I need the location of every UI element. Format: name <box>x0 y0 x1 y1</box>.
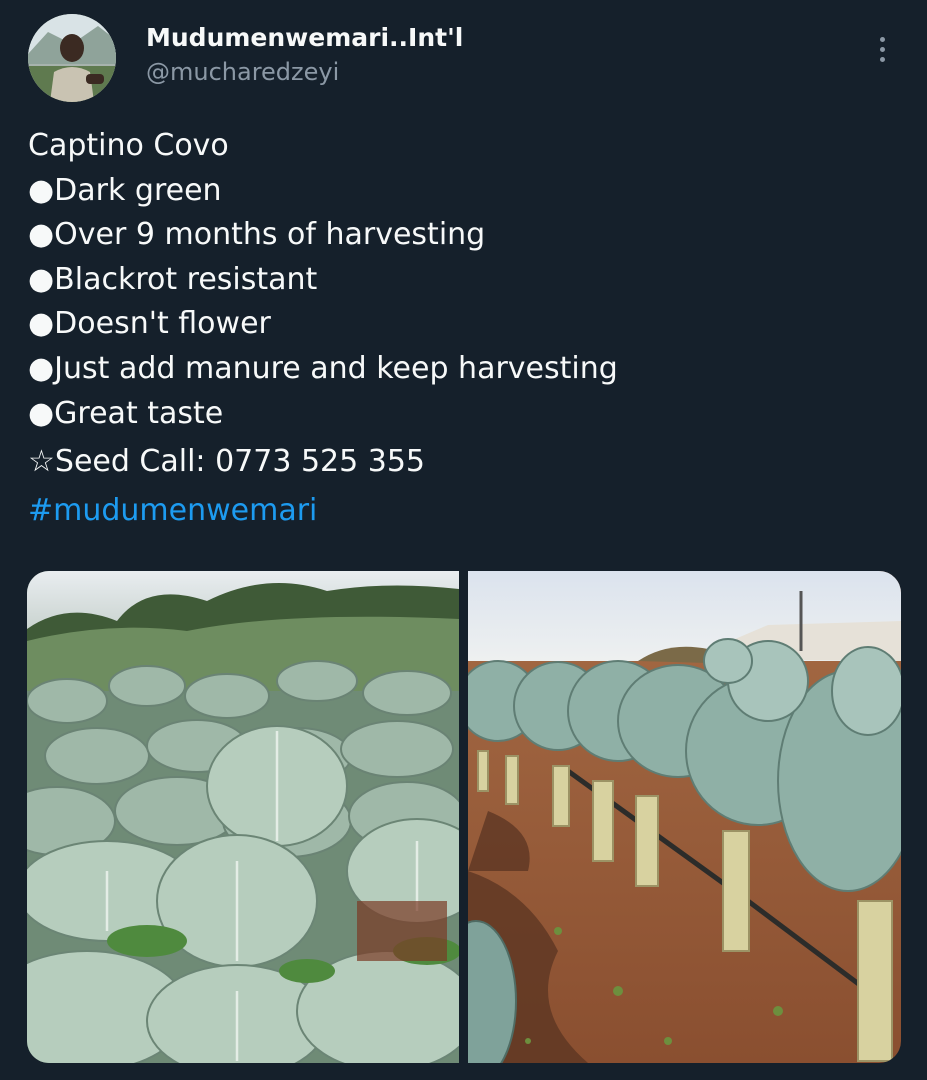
more-dot <box>879 46 885 52</box>
more-dot <box>879 36 885 42</box>
tweet-line-title: Captino Covo <box>28 128 229 163</box>
more-dot <box>879 56 885 62</box>
author[interactable]: Mudumenwemari..Int'l @mucharedzeyi <box>146 22 463 88</box>
more-options-icon[interactable] <box>867 32 897 66</box>
tweet-line-bullet: ●Dark green <box>28 172 222 208</box>
tweet-line-bullet: ●Over 9 months of harvesting <box>28 217 486 253</box>
display-name[interactable]: Mudumenwemari..Int'l <box>146 22 463 54</box>
hashtag-link[interactable]: #mudumenwemari <box>28 485 898 530</box>
tweet-line-bullet: ●Great taste <box>28 395 224 431</box>
avatar[interactable] <box>28 14 116 102</box>
photo-icon <box>27 571 459 1063</box>
media-grid <box>27 571 901 1063</box>
tweet-text: Captino Covo ●Dark green ●Over 9 months … <box>28 124 898 530</box>
tweet: Mudumenwemari..Int'l @mucharedzeyi Capti… <box>0 0 927 1080</box>
tweet-line-phone: ☆Seed Call: 0773 525 355 <box>28 444 426 480</box>
tweet-line-bullet: ●Blackrot resistant <box>28 261 318 297</box>
tweet-line-bullet: ●Doesn't flower <box>28 306 271 342</box>
photo-icon <box>468 571 901 1063</box>
photo-1[interactable] <box>27 571 459 1063</box>
user-handle[interactable]: @mucharedzeyi <box>146 56 463 88</box>
avatar-image <box>28 14 116 102</box>
photo-2[interactable] <box>468 571 901 1063</box>
tweet-line-bullet: ●Just add manure and keep harvesting <box>28 350 618 386</box>
